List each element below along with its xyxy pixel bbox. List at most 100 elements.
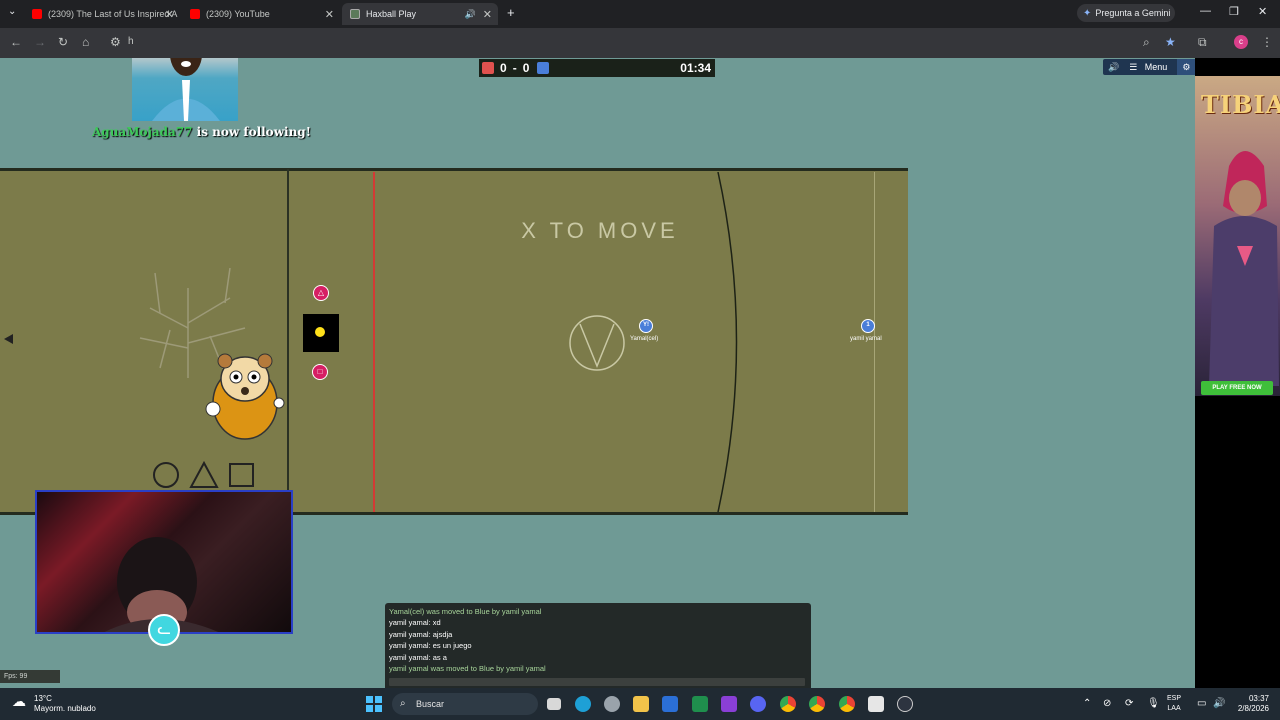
gemini-sparkle-icon: ✦	[1083, 7, 1092, 19]
tab-close-icon[interactable]: ✕	[165, 8, 174, 21]
address-bar[interactable]: h	[128, 36, 134, 47]
haxball-favicon-icon	[350, 9, 360, 19]
cat-logo-icon: ᓚ	[148, 614, 180, 646]
tab-youtube[interactable]: (2309) YouTube ✕	[184, 3, 340, 25]
browser-toolbar: ← → ↻ ⌂ ⚙ h ⌕ ★ ⧉ ⋮	[0, 28, 1280, 58]
player-avatar[interactable]: Y!	[639, 319, 653, 333]
goal-line	[874, 172, 875, 512]
chat-box: Yamal(cel) was moved to Blue by yamil ya…	[385, 603, 811, 688]
store-icon[interactable]	[868, 696, 884, 712]
webcam-overlay	[35, 490, 293, 634]
fps-counter: Fps: 99	[0, 670, 60, 683]
volume-icon[interactable]: 🔊	[1213, 698, 1225, 709]
reload-icon[interactable]: ↻	[58, 35, 68, 49]
tray-chevron-icon[interactable]: ⌃	[1083, 698, 1091, 709]
blue-score: 0	[522, 61, 530, 75]
chrome-icon[interactable]	[839, 696, 855, 712]
chat-message: yamil yamal: es un juego	[389, 641, 472, 651]
task-view-icon[interactable]	[547, 698, 561, 710]
tab-title: (2309) YouTube	[206, 9, 270, 19]
start-windows-icon[interactable]	[366, 696, 382, 712]
chrome-icon[interactable]	[809, 696, 825, 712]
tab-search-icon[interactable]: ⌄	[8, 6, 16, 17]
gemini-button[interactable]: ✦ Pregunta a Gemini	[1077, 4, 1175, 22]
youtube-favicon-icon	[190, 9, 200, 19]
sound-icon[interactable]: 🔊	[1103, 62, 1124, 73]
word-icon[interactable]	[662, 696, 678, 712]
restore-button[interactable]: ❐	[1229, 5, 1239, 18]
chrome-icon[interactable]	[780, 696, 796, 712]
microphone-icon[interactable]: 🎙	[1147, 698, 1160, 709]
bookmark-star-icon[interactable]: ★	[1165, 35, 1176, 49]
tibia-ad[interactable]: TIBIA PLAY FREE NOW	[1195, 76, 1280, 396]
minimize-button[interactable]: —	[1200, 5, 1211, 17]
tab-close-icon[interactable]: ✕	[483, 8, 492, 21]
menu-button[interactable]: ☰ Menu	[1124, 62, 1177, 73]
excel-icon[interactable]	[692, 696, 708, 712]
tab-title: Haxball Play	[366, 9, 417, 19]
player-name: Yamal(cel)	[630, 336, 659, 342]
play-free-now-button[interactable]: PLAY FREE NOW	[1201, 381, 1273, 395]
tab-audio-icon[interactable]: 🔊	[465, 9, 476, 20]
sync-icon[interactable]: ⟳	[1125, 698, 1133, 709]
network-off-icon[interactable]: ⊘	[1103, 698, 1111, 709]
square-button-icon[interactable]: □	[312, 364, 328, 380]
weather-widget[interactable]: ☁ 13°C Mayorm. nublado	[12, 694, 96, 714]
clipchamp-icon[interactable]	[721, 696, 737, 712]
match-timer: 01:34	[680, 61, 711, 75]
language-indicator[interactable]: ESP LAA	[1167, 694, 1181, 714]
ball	[315, 327, 325, 337]
back-icon[interactable]: ←	[10, 35, 22, 49]
left-arrow-icon[interactable]	[4, 334, 13, 344]
tab-close-icon[interactable]: ✕	[325, 8, 334, 21]
x-to-move-text: X TO MOVE	[521, 218, 679, 243]
taskbar-search[interactable]: ⌕ Buscar	[392, 693, 538, 715]
tab-last-of-us[interactable]: (2309) The Last of Us Inspired A ✕	[26, 3, 180, 25]
close-window-button[interactable]: ✕	[1258, 5, 1267, 18]
cloud-sun-icon: ☁	[12, 693, 26, 709]
center-v-emblem	[569, 315, 625, 371]
tab-haxball[interactable]: Haxball Play 🔊 ✕	[342, 3, 498, 25]
settings-gear-icon[interactable]: ⚙	[1177, 59, 1196, 75]
triangle-button-icon[interactable]: △	[313, 285, 329, 301]
ad-character-illustration	[1209, 151, 1279, 386]
new-tab-button[interactable]: +	[507, 5, 515, 20]
profile-avatar[interactable]: c	[1234, 35, 1248, 49]
extensions-icon[interactable]: ⧉	[1198, 35, 1207, 50]
chat-log: Yamal(cel) was moved to Blue by yamil ya…	[389, 606, 807, 674]
app-icon[interactable]	[897, 696, 913, 712]
discord-icon[interactable]	[750, 696, 766, 712]
chat-input[interactable]	[389, 678, 805, 686]
tab-bar: ⌄ (2309) The Last of Us Inspired A ✕ (23…	[0, 0, 1280, 28]
follow-alert-person	[152, 58, 220, 121]
temperature: 13°C	[34, 694, 52, 703]
home-icon[interactable]: ⌂	[82, 35, 89, 49]
field-arc	[717, 172, 738, 512]
file-explorer-icon[interactable]	[633, 696, 649, 712]
chat-message: yamil yamal: ajsdja	[389, 629, 453, 639]
chat-message: yamil yamal: xd	[389, 618, 441, 628]
score-separator: -	[512, 61, 517, 75]
forward-icon[interactable]: →	[34, 35, 46, 49]
tab-title: (2309) The Last of Us Inspired A	[48, 9, 178, 19]
youtube-favicon-icon	[32, 9, 42, 19]
tibia-logo: TIBIA	[1201, 90, 1280, 119]
blue-team-icon	[537, 62, 550, 74]
search-icon: ⌕	[400, 698, 406, 709]
red-score: 0	[500, 61, 507, 75]
edge-icon[interactable]	[575, 696, 591, 712]
kebab-menu-icon[interactable]: ⋮	[1261, 35, 1273, 49]
player-avatar[interactable]: 1	[861, 319, 875, 333]
zoom-icon[interactable]: ⌕	[1143, 35, 1150, 50]
site-info-icon[interactable]: ⚙	[110, 35, 121, 49]
settings-app-icon[interactable]	[604, 696, 620, 712]
taskbar-clock[interactable]: 03:37 2/8/2026	[1229, 694, 1269, 714]
follow-alert-image	[132, 58, 238, 121]
chat-message: Yamal(cel) was moved to Blue by yamil ya…	[389, 607, 542, 616]
weather-description: Mayorm. nublado	[34, 704, 96, 713]
follow-alert-text: AguaMojada77 is now following!	[92, 125, 311, 139]
display-icon[interactable]: ▭	[1197, 698, 1206, 709]
hamster-character-icon	[205, 353, 285, 440]
chat-message: yamil yamal was moved to Blue by yamil y…	[389, 664, 546, 674]
haxball-page: X TO MOVE △ □ Y! Yamal(cel) 1 yamil yama…	[0, 58, 1280, 688]
